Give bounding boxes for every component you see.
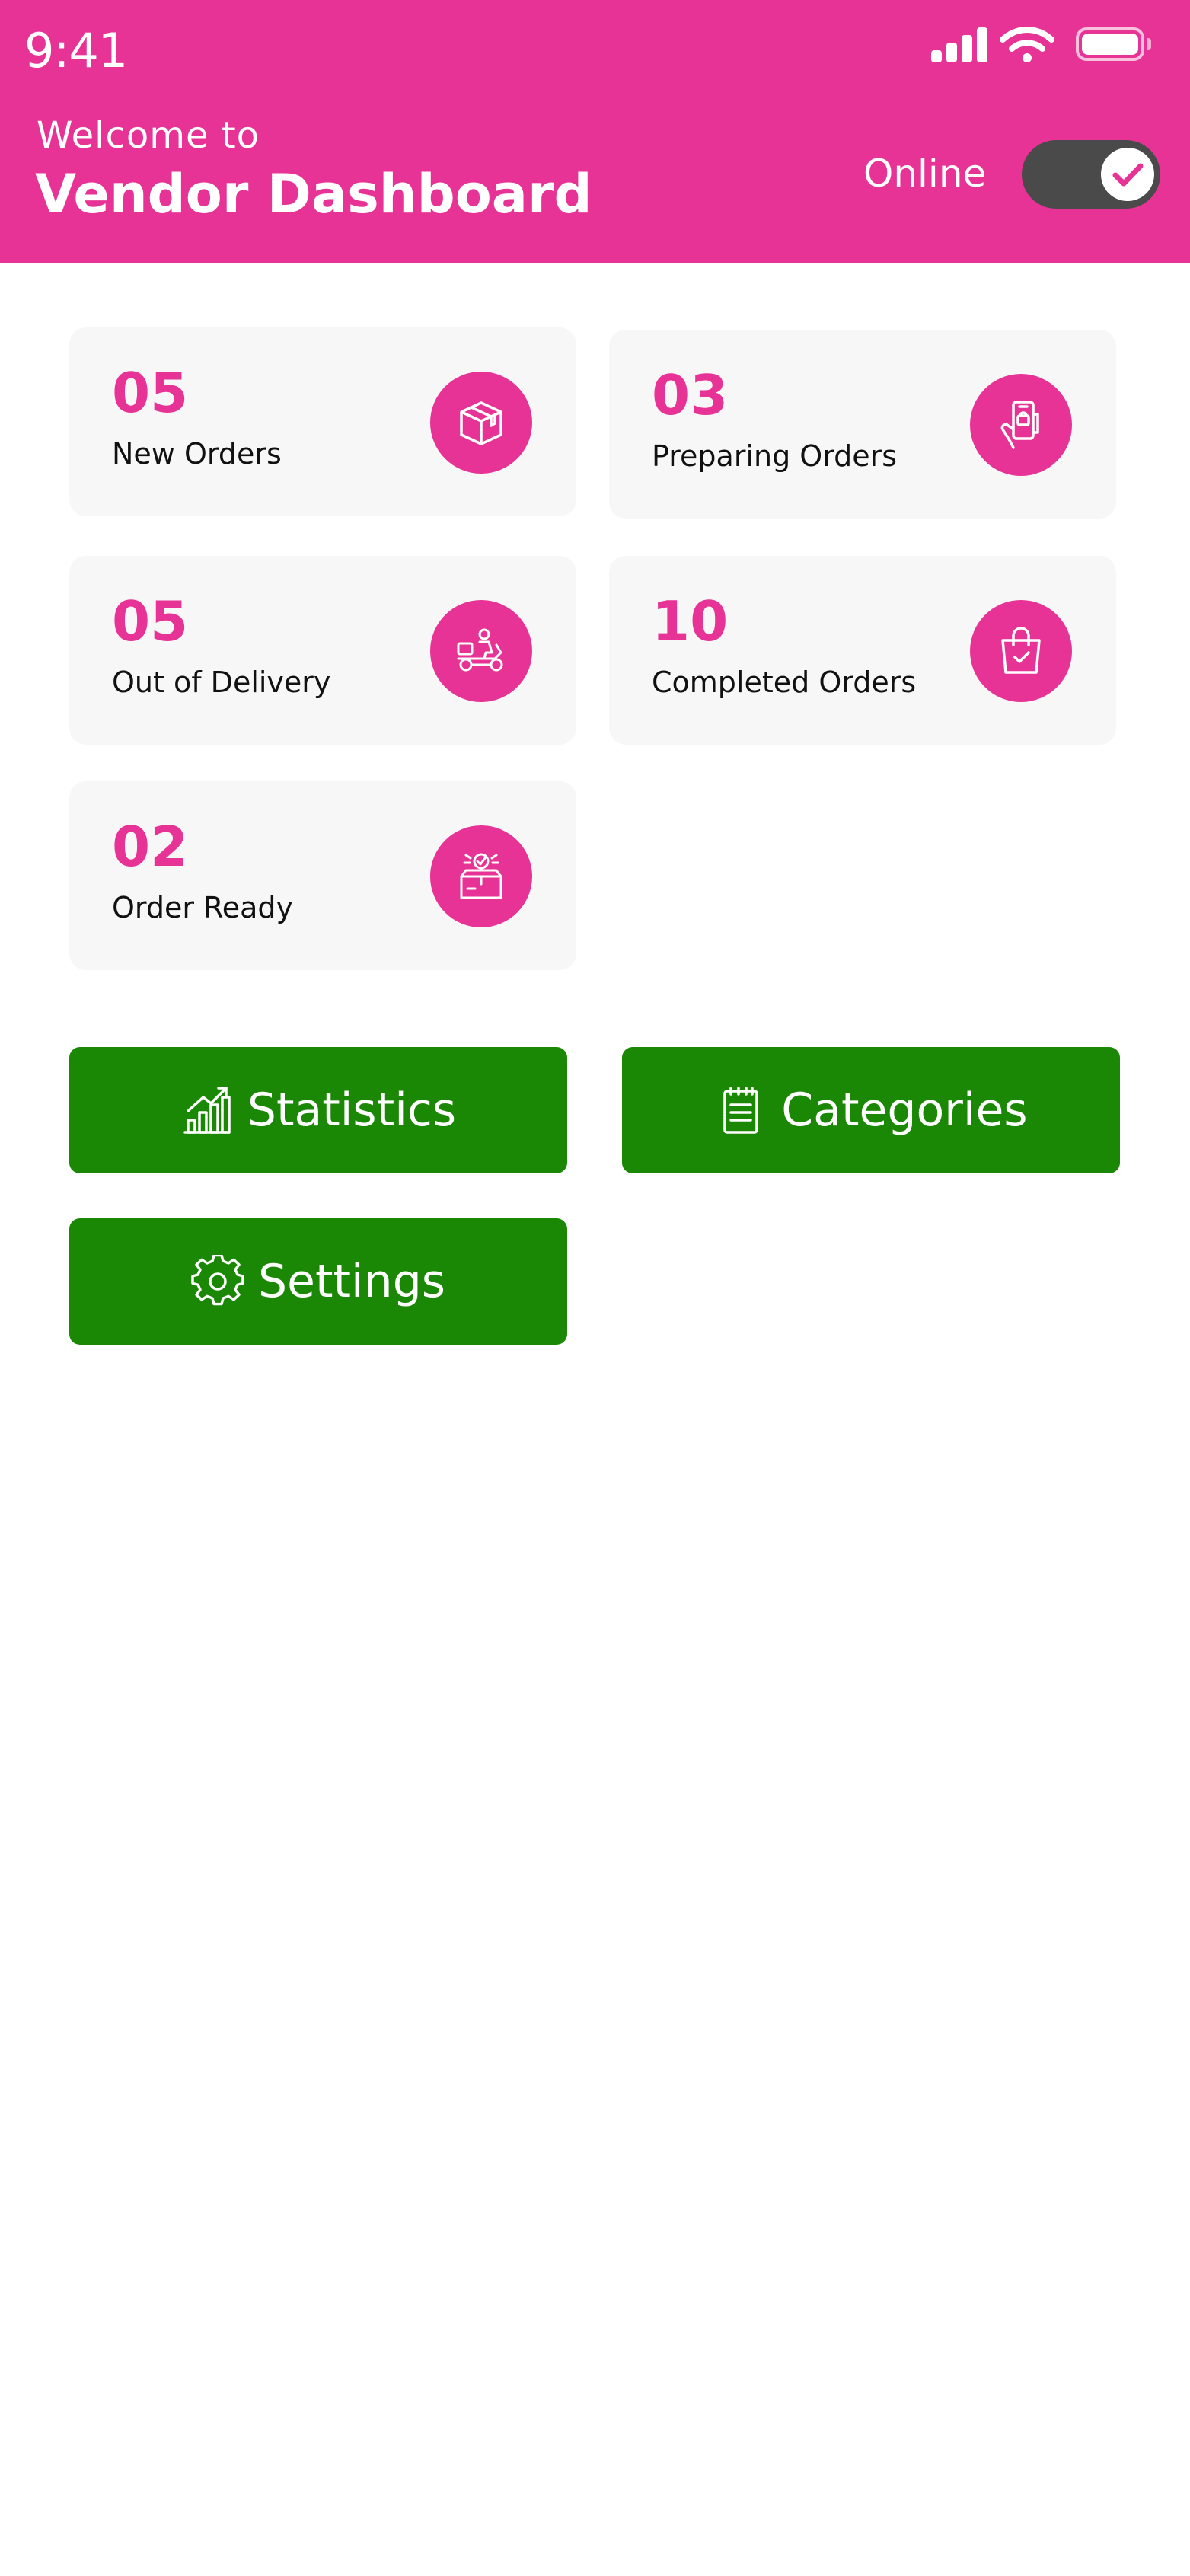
- stat-label: Completed Orders: [652, 666, 917, 699]
- stat-card-preparing-orders[interactable]: 03 Preparing Orders: [609, 330, 1116, 519]
- toggle-knob: [1101, 148, 1154, 201]
- stat-label: Preparing Orders: [652, 439, 898, 473]
- stat-count: 03: [652, 363, 729, 427]
- stat-count: 02: [112, 815, 189, 879]
- stat-card-order-ready[interactable]: 02 Order Ready: [69, 781, 576, 970]
- box-icon: [430, 372, 532, 474]
- stat-count: 05: [112, 361, 189, 425]
- signal-icon: [931, 26, 992, 62]
- bag-check-icon: [970, 600, 1072, 702]
- phone-order-icon: [970, 374, 1072, 476]
- stat-count: 05: [112, 589, 189, 653]
- notepad-icon: [723, 1087, 759, 1134]
- page-title: Vendor Dashboard: [35, 163, 592, 225]
- stat-card-completed-orders[interactable]: 10 Completed Orders: [609, 556, 1116, 745]
- chart-growth-icon: [183, 1087, 231, 1134]
- stat-card-new-orders[interactable]: 05 New Orders: [69, 327, 576, 516]
- stat-card-out-of-delivery[interactable]: 05 Out of Delivery: [69, 556, 576, 745]
- status-icons: [931, 26, 1160, 64]
- battery-tip: [1147, 38, 1151, 50]
- settings-button[interactable]: Settings: [69, 1218, 567, 1345]
- status-time: 9:41: [24, 23, 128, 78]
- battery-icon: [1076, 27, 1144, 61]
- categories-button[interactable]: Categories: [622, 1047, 1120, 1173]
- statistics-button-label: Statistics: [247, 1084, 457, 1137]
- stat-label: Out of Delivery: [112, 666, 331, 699]
- settings-button-label: Settings: [257, 1255, 446, 1308]
- app-header: 9:41 Welcome to Vendor Dashboard Online: [0, 0, 1190, 263]
- delivery-scooter-icon: [430, 600, 532, 702]
- stat-label: New Orders: [112, 437, 282, 471]
- categories-button-label: Categories: [781, 1084, 1028, 1137]
- statistics-button[interactable]: Statistics: [69, 1047, 567, 1173]
- stat-label: Order Ready: [112, 891, 294, 924]
- welcome-text: Welcome to: [37, 114, 260, 157]
- online-toggle[interactable]: [1022, 140, 1160, 209]
- gear-icon: [191, 1255, 244, 1306]
- online-label: Online: [863, 152, 987, 196]
- stat-count: 10: [652, 589, 729, 653]
- package-ready-icon: [430, 825, 532, 927]
- check-icon: [1112, 163, 1144, 187]
- wifi-icon: [1000, 27, 1054, 62]
